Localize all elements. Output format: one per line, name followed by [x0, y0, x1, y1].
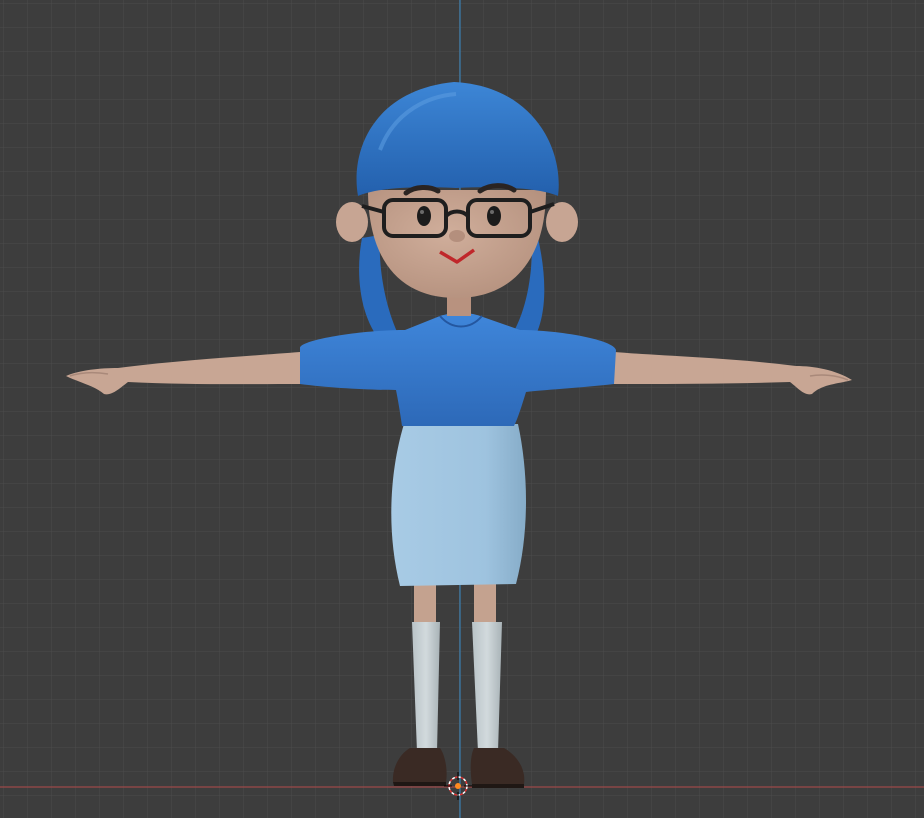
- 3d-viewport[interactable]: [0, 0, 924, 818]
- left-leg: [414, 580, 436, 625]
- left-shoe-sole: [393, 782, 446, 786]
- skirt: [391, 424, 526, 586]
- nose: [449, 230, 465, 242]
- right-eye-highlight: [490, 210, 494, 214]
- right-leg: [474, 580, 496, 625]
- origin-point: [455, 783, 461, 789]
- right-eye: [487, 206, 501, 226]
- left-eye: [417, 206, 431, 226]
- left-eye-highlight: [420, 210, 424, 214]
- viewport-canvas[interactable]: [0, 0, 924, 818]
- right-ear: [546, 202, 578, 242]
- right-shoe-sole: [472, 784, 524, 788]
